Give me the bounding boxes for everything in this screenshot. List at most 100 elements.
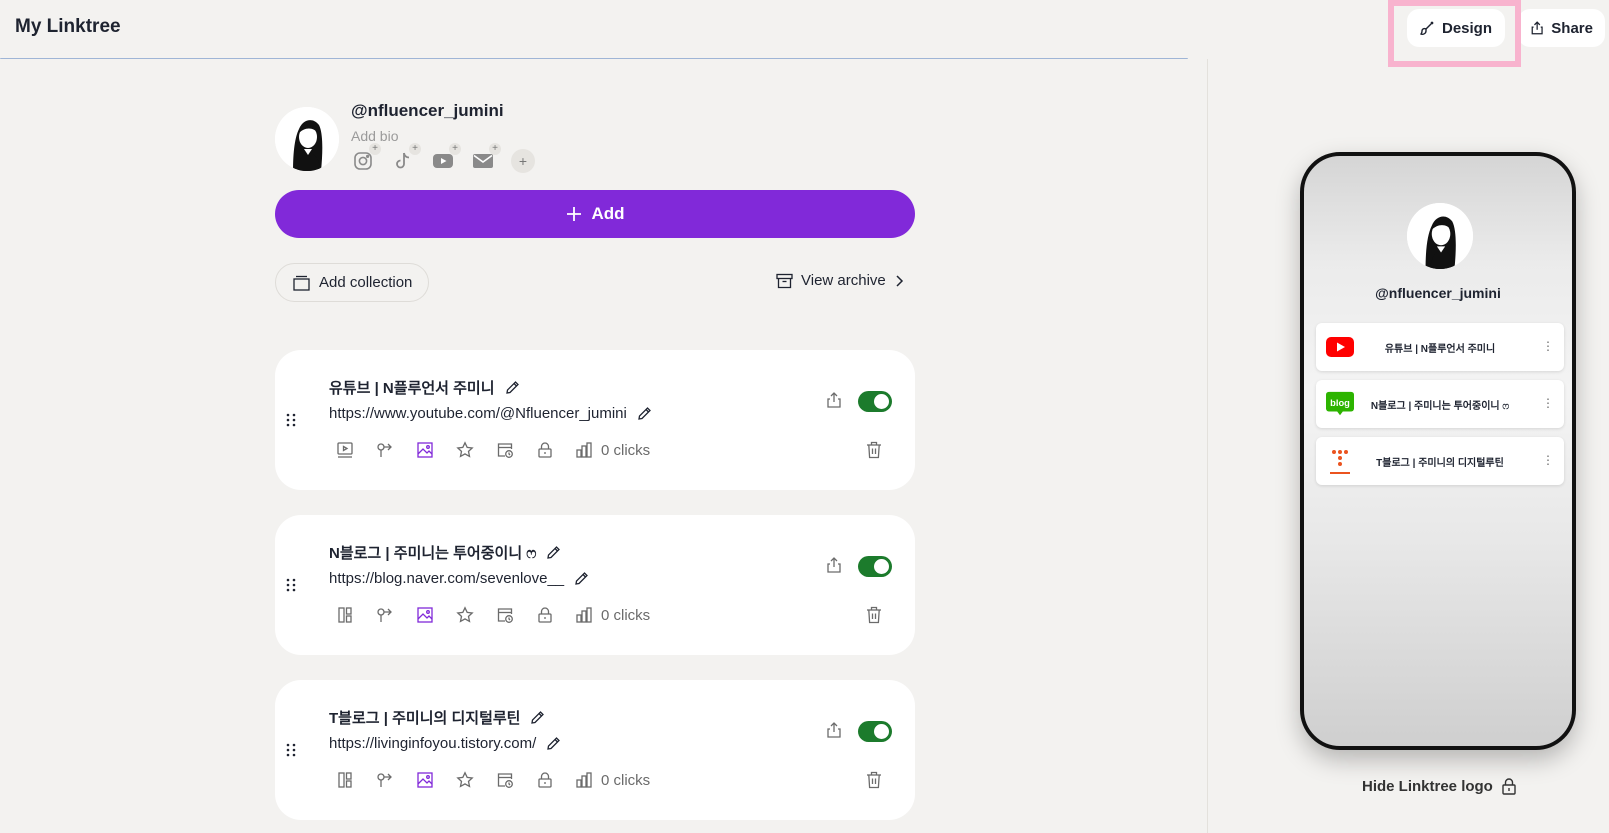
clicks-stat[interactable]: 0 clicks (575, 606, 650, 624)
link-visibility-toggle[interactable] (858, 391, 892, 412)
drag-handle-icon[interactable] (285, 577, 297, 593)
naver-blog-icon: blog (1326, 390, 1354, 418)
bar-chart-icon (576, 442, 592, 458)
clicks-stat[interactable]: 0 clicks (575, 771, 650, 789)
share-icon[interactable] (825, 391, 843, 409)
link-url-row[interactable]: https://livinginfoyou.tistory.com/ (329, 735, 561, 752)
link-title[interactable]: T블로그 | 주미니의 디지털루틴 (329, 707, 520, 728)
pencil-icon[interactable] (546, 545, 561, 560)
schedule-icon[interactable] (495, 440, 515, 460)
bio-field[interactable]: Add bio (351, 128, 398, 144)
bar-chart-icon (576, 772, 592, 788)
lock-icon (1502, 778, 1516, 795)
link-url[interactable]: https://www.youtube.com/@Nfluencer_jumin… (329, 405, 627, 422)
share-button[interactable]: Share (1518, 9, 1605, 47)
star-icon[interactable] (455, 605, 475, 625)
pencil-icon[interactable] (530, 710, 545, 725)
pencil-icon[interactable] (637, 406, 652, 421)
email-icon[interactable]: + (471, 143, 501, 173)
preview-link[interactable]: blog N블로그 | 주미니는 투어중이니 ෆ ⋮ (1316, 380, 1564, 428)
profile-username[interactable]: @nfluencer_jumini (351, 101, 504, 121)
drag-handle-icon[interactable] (285, 412, 297, 428)
drag-handle-icon[interactable] (285, 742, 297, 758)
image-icon[interactable] (415, 440, 435, 460)
layout-icon[interactable] (335, 440, 355, 460)
instagram-icon[interactable]: + (351, 143, 381, 173)
toggle-knob (874, 559, 889, 574)
trash-icon[interactable] (866, 441, 882, 459)
add-link-button[interactable]: Add (275, 190, 915, 238)
link-tools: 0 clicks (335, 440, 650, 460)
link-card[interactable]: N블로그 | 주미니는 투어중이니 ෆ https://blog.naver.c… (275, 515, 915, 655)
redirect-icon[interactable] (375, 440, 395, 460)
link-url[interactable]: https://livinginfoyou.tistory.com/ (329, 735, 536, 752)
top-bar: My Linktree Design Share (0, 0, 1609, 58)
link-url-row[interactable]: https://blog.naver.com/sevenlove__ (329, 570, 589, 587)
link-visibility-toggle[interactable] (858, 721, 892, 742)
plus-icon (567, 207, 582, 221)
trash-icon[interactable] (866, 606, 882, 624)
more-icon[interactable]: ⋮ (1542, 453, 1554, 467)
plus-icon: + (449, 143, 461, 155)
redirect-icon[interactable] (375, 770, 395, 790)
link-tools: 0 clicks (335, 770, 650, 790)
preview-link[interactable]: T블로그 | 주미니의 디지털루틴 ⋮ (1316, 437, 1564, 485)
avatar[interactable] (275, 107, 339, 171)
more-icon[interactable]: ⋮ (1542, 339, 1554, 353)
star-icon[interactable] (455, 440, 475, 460)
redirect-icon[interactable] (375, 605, 395, 625)
share-icon[interactable] (825, 556, 843, 574)
image-icon[interactable] (415, 605, 435, 625)
link-card[interactable]: 유튜브 | N플루언서 주미니 https://www.youtube.com/… (275, 350, 915, 490)
add-social-button[interactable]: + (511, 149, 535, 173)
share-label: Share (1551, 19, 1593, 37)
lock-icon[interactable] (535, 440, 555, 460)
layout-icon[interactable] (335, 770, 355, 790)
schedule-icon[interactable] (495, 770, 515, 790)
archive-icon (776, 273, 793, 288)
link-card[interactable]: T블로그 | 주미니의 디지털루틴 https://livinginfoyou.… (275, 680, 915, 820)
page-title: My Linktree (15, 16, 121, 37)
view-archive-button[interactable]: View archive (776, 272, 904, 289)
pencil-icon[interactable] (546, 736, 561, 751)
hide-linktree-logo-button[interactable]: Hide Linktree logo (1362, 777, 1517, 795)
hide-logo-label: Hide Linktree logo (1362, 777, 1493, 795)
schedule-icon[interactable] (495, 605, 515, 625)
image-icon[interactable] (415, 770, 435, 790)
link-title[interactable]: N블로그 | 주미니는 투어중이니 ෆ (329, 542, 536, 563)
lock-icon[interactable] (535, 605, 555, 625)
layout-icon[interactable] (335, 605, 355, 625)
trash-icon[interactable] (866, 771, 882, 789)
lock-icon[interactable] (535, 770, 555, 790)
star-icon[interactable] (455, 770, 475, 790)
share-icon[interactable] (825, 721, 843, 739)
header-divider (0, 58, 1188, 59)
collection-icon (293, 275, 310, 291)
preview-link[interactable]: 유튜브 | N플루언서 주미니 ⋮ (1316, 323, 1564, 371)
link-title-row[interactable]: N블로그 | 주미니는 투어중이니 ෆ (329, 542, 561, 563)
tistory-icon (1326, 447, 1354, 475)
link-url-row[interactable]: https://www.youtube.com/@Nfluencer_jumin… (329, 405, 652, 422)
link-title-row[interactable]: T블로그 | 주미니의 디지털루틴 (329, 707, 545, 728)
tiktok-icon[interactable]: + (391, 143, 421, 173)
youtube-icon (1326, 333, 1354, 361)
link-url[interactable]: https://blog.naver.com/sevenlove__ (329, 570, 564, 587)
link-visibility-toggle[interactable] (858, 556, 892, 577)
preview-username: @nfluencer_jumini (1375, 285, 1501, 301)
preview-divider (1207, 59, 1208, 833)
pencil-icon[interactable] (574, 571, 589, 586)
plus-icon: + (409, 143, 421, 155)
avatar-illustration (275, 107, 339, 171)
youtube-icon[interactable]: + (431, 143, 461, 173)
link-title-row[interactable]: 유튜브 | N플루언서 주미니 (329, 377, 520, 398)
avatar-illustration (1407, 203, 1473, 269)
bar-chart-icon (576, 607, 592, 623)
clicks-stat[interactable]: 0 clicks (575, 441, 650, 459)
pencil-icon[interactable] (505, 380, 520, 395)
add-collection-button[interactable]: Add collection (275, 263, 429, 302)
clicks-count: 0 clicks (601, 606, 651, 624)
link-title[interactable]: 유튜브 | N플루언서 주미니 (329, 377, 495, 398)
plus-icon: + (489, 143, 501, 155)
more-icon[interactable]: ⋮ (1542, 396, 1554, 410)
view-archive-label: View archive (801, 272, 886, 289)
